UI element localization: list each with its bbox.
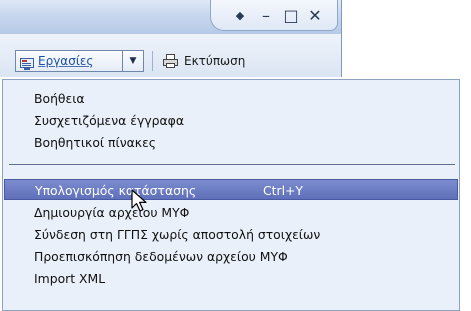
tasks-dropdown-button[interactable]: ▼ bbox=[122, 50, 144, 72]
menu-item-import-xml[interactable]: Import XML bbox=[4, 268, 458, 289]
printer-icon bbox=[163, 54, 178, 68]
tasks-button[interactable]: Εργασίες bbox=[15, 50, 131, 72]
tasks-label: Εργασίες bbox=[38, 54, 94, 68]
menu-item-calculate-status[interactable]: Υπολογισμός κατάστασης Ctrl+Y bbox=[4, 179, 458, 200]
menu-item-auxiliary-tables[interactable]: Βοηθητικοί πίνακες bbox=[4, 132, 458, 153]
menu-item-shortcut: Ctrl+Y bbox=[263, 183, 303, 198]
toolbar-separator bbox=[152, 51, 153, 71]
print-button[interactable]: Εκτύπωση bbox=[163, 50, 245, 72]
menu-item-related-documents[interactable]: Συσχετιζόμενα έγγραφα bbox=[4, 110, 458, 131]
minimize-button[interactable]: – bbox=[258, 6, 274, 25]
menu-item-connect-ggps[interactable]: Σύνδεση στη ΓΓΠΣ χωρίς αποστολή στοιχείω… bbox=[4, 224, 458, 245]
menu-item-label: Υπολογισμός κατάστασης bbox=[35, 183, 197, 198]
menu-divider bbox=[9, 164, 455, 165]
toolbar: Εργασίες ▼ Εκτύπωση bbox=[0, 34, 342, 77]
tasks-dropdown-menu: Βοήθεια Συσχετιζόμενα έγγραφα Βοηθητικοί… bbox=[2, 79, 460, 311]
menu-item-preview-myf-data[interactable]: Προεπισκόπηση δεδομένων αρχείου ΜΥΦ bbox=[4, 246, 458, 267]
tasks-icon bbox=[20, 55, 34, 70]
chevron-down-icon: ▼ bbox=[129, 56, 137, 66]
menu-item-help[interactable]: Βοήθεια bbox=[4, 88, 458, 109]
close-button[interactable]: ✕ bbox=[306, 6, 324, 25]
menu-item-create-myf-file[interactable]: Δημιουργία αρχείου ΜΥΦ bbox=[4, 202, 458, 223]
maximize-button[interactable]: □ bbox=[282, 6, 300, 25]
window-titlebar: ◆ – □ ✕ bbox=[0, 0, 342, 34]
print-label: Εκτύπωση bbox=[184, 54, 246, 68]
mouse-cursor-icon bbox=[131, 189, 147, 212]
pin-icon[interactable]: ◆ bbox=[232, 6, 248, 24]
